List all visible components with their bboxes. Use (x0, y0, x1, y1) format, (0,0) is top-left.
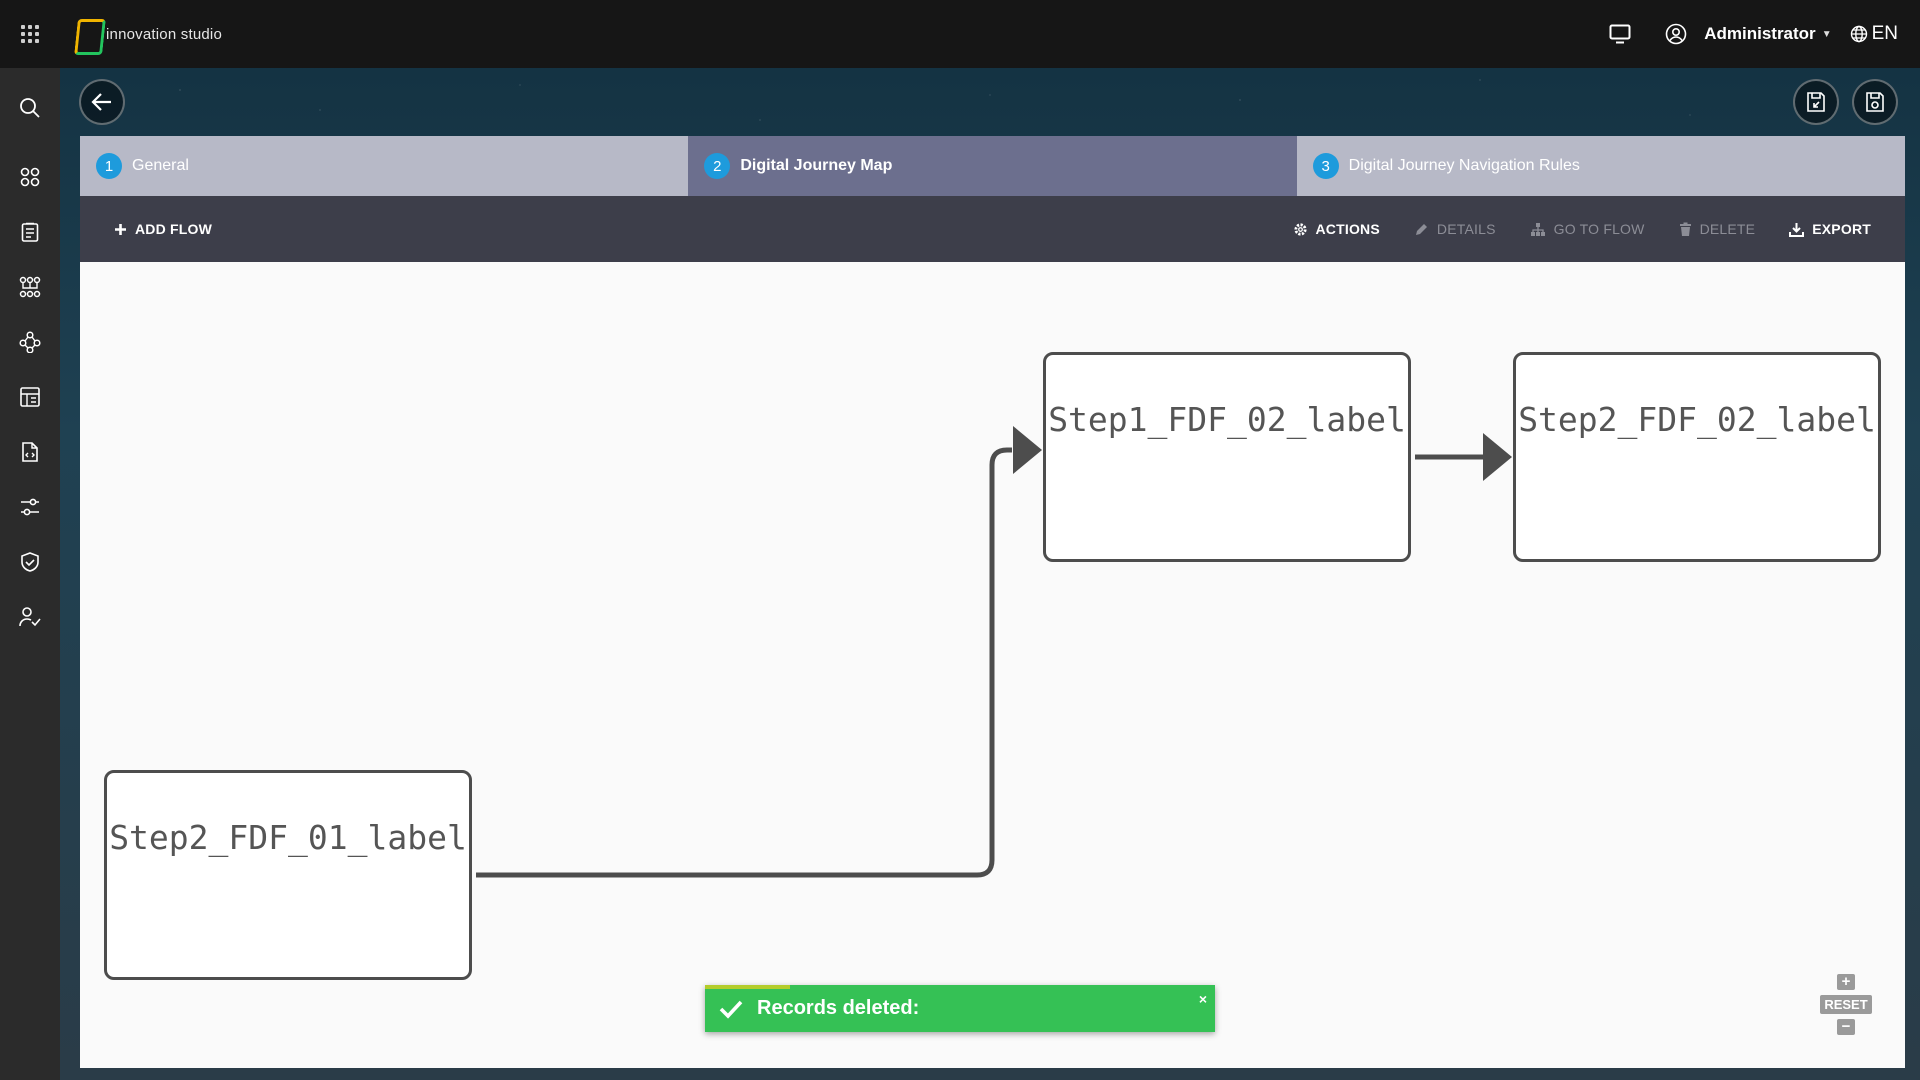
delete-button[interactable]: DELETE (1679, 221, 1756, 237)
toast-message: Records deleted: (757, 997, 920, 1019)
sidebar-item-settings[interactable] (0, 479, 60, 534)
flow-node[interactable]: Step1_FDF_02_label (1043, 352, 1411, 562)
document-code-icon (22, 441, 38, 462)
back-button[interactable] (79, 79, 125, 125)
flow-node[interactable]: Step2_FDF_02_label (1513, 352, 1881, 562)
tab-digital-journey-map[interactable]: 2 Digital Journey Map (688, 136, 1297, 196)
add-flow-label: ADD FLOW (135, 221, 213, 237)
save-icon (1866, 92, 1884, 112)
globe-icon (1850, 25, 1867, 43)
add-flow-button[interactable]: ADD FLOW (114, 221, 212, 237)
delete-label: DELETE (1699, 221, 1756, 237)
zoom-reset-button[interactable]: RESET (1820, 995, 1872, 1014)
export-label: EXPORT (1812, 221, 1871, 237)
tab-general[interactable]: 1 General (80, 136, 689, 196)
sitemap-icon (1530, 222, 1545, 236)
sidebar-item-rules[interactable] (0, 314, 60, 369)
user-avatar-icon[interactable] (1658, 16, 1694, 52)
chevron-down-icon[interactable]: ▼ (1822, 29, 1832, 40)
left-sidebar (0, 68, 60, 1080)
sidebar-item-users[interactable] (0, 589, 60, 644)
sidebar-item-records[interactable] (0, 204, 60, 259)
apps-grid-icon (21, 25, 39, 43)
arrowhead-n2-n3 (1483, 433, 1512, 481)
brand-name: innovation studio (106, 25, 222, 43)
trash-icon (1679, 222, 1691, 236)
actions-button[interactable]: ACTIONS (1293, 221, 1380, 237)
details-label: DETAILS (1436, 221, 1496, 237)
flow-node-label: Step2_FDF_02_label (1518, 400, 1876, 439)
language-code: EN (1871, 23, 1898, 44)
tab-digital-journey-navigation-rules[interactable]: 3 Digital Journey Navigation Rules (1296, 136, 1905, 196)
success-toast: Records deleted: × (705, 985, 1215, 1032)
brand[interactable]: innovation studio (76, 19, 222, 49)
arrow-left-icon (91, 93, 111, 111)
user-check-icon (19, 606, 41, 626)
brand-logo-icon (76, 19, 98, 49)
clipboard-icon (21, 222, 39, 242)
toast-close-button[interactable]: × (1199, 991, 1207, 1007)
monitor-icon[interactable] (1602, 16, 1638, 52)
view-layout-icon (20, 386, 40, 407)
search-icon (20, 97, 40, 118)
sliders-icon (21, 498, 39, 515)
network-icon (19, 330, 41, 353)
pencil-icon (1415, 223, 1427, 235)
go-to-flow-button[interactable]: GO TO FLOW (1530, 221, 1645, 237)
sidebar-item-documents[interactable] (0, 424, 60, 479)
connector-n1-n2 (476, 447, 1012, 878)
wizard-steps: 1 General 2 Digital Journey Map 3 Digita… (80, 136, 1905, 196)
flow-node[interactable]: Step2_FDF_01_label (104, 770, 472, 980)
step-label: General (132, 157, 189, 174)
language-selector[interactable]: EN (1850, 23, 1898, 45)
sidebar-search[interactable] (0, 80, 60, 135)
journey-map-canvas[interactable]: Step2_FDF_01_label Step1_FDF_02_label St… (80, 262, 1905, 1068)
top-bar: innovation studio Administrator ▼ EN (0, 0, 1920, 68)
go-to-flow-label: GO TO FLOW (1553, 221, 1645, 237)
gear-icon (1293, 222, 1307, 236)
actions-label: ACTIONS (1315, 221, 1380, 237)
save-and-close-button[interactable] (1793, 79, 1839, 125)
step-number: 2 (704, 153, 731, 179)
sidebar-item-processes[interactable] (0, 259, 60, 314)
sidebar-item-workspace[interactable] (0, 149, 60, 204)
details-button[interactable]: DETAILS (1414, 221, 1496, 237)
step-number: 3 (1312, 153, 1339, 179)
step-label: Digital Journey Navigation Rules (1348, 157, 1580, 174)
zoom-out-button[interactable]: − (1837, 1019, 1855, 1035)
zoom-controls: + RESET − (1820, 974, 1872, 1035)
user-menu[interactable]: Administrator (1704, 24, 1815, 44)
save-exit-icon (1807, 92, 1825, 112)
plus-icon (115, 223, 126, 235)
process-flow-icon (19, 276, 41, 297)
arrowhead-n1-n2 (1013, 426, 1042, 474)
zoom-in-button[interactable]: + (1837, 974, 1855, 990)
sidebar-item-views[interactable] (0, 369, 60, 424)
download-icon (1789, 222, 1805, 237)
apps-menu-button[interactable] (0, 0, 60, 68)
check-icon (719, 1000, 743, 1019)
shield-check-icon (21, 551, 39, 572)
flow-node-label: Step1_FDF_02_label (1048, 400, 1406, 439)
step-label: Digital Journey Map (740, 157, 893, 174)
save-button[interactable] (1852, 79, 1898, 125)
action-bar: ADD FLOW ACTIONS DETAILS GO TO FLOW DELE… (80, 196, 1905, 262)
sidebar-item-security[interactable] (0, 534, 60, 589)
workspace-icon (20, 167, 40, 186)
toast-progress-bar (705, 985, 790, 989)
export-button[interactable]: EXPORT (1789, 221, 1871, 237)
flow-node-label: Step2_FDF_01_label (109, 818, 467, 857)
step-number: 1 (96, 153, 122, 179)
